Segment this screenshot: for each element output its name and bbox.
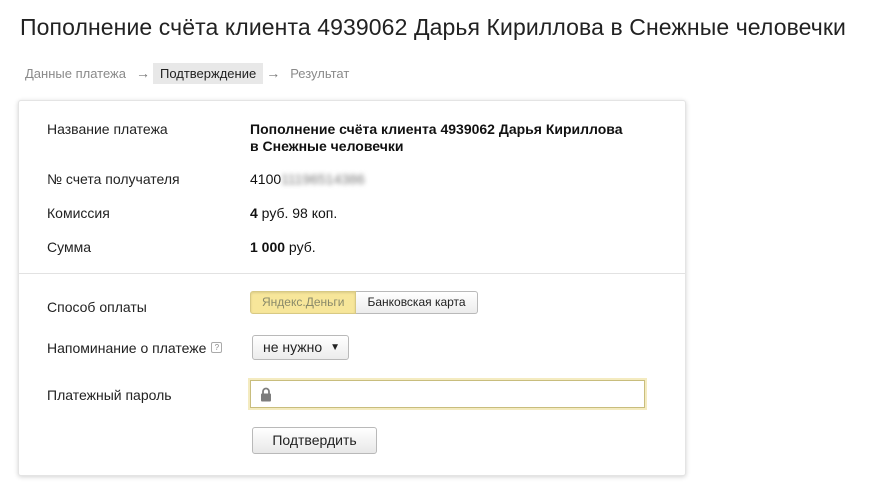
payment-name-line-1: Пополнение счёта клиента 4939062 Дарья К… — [250, 121, 623, 137]
reminder-label-text: Напоминание о платеже — [47, 340, 207, 356]
password-label: Платежный пароль — [47, 387, 172, 403]
payment-name-line-2: в Снежные человечки — [250, 138, 404, 154]
payment-card: Название платежа Пополнение счёта клиент… — [18, 100, 686, 476]
confirm-button[interactable]: Подтвердить — [252, 427, 377, 454]
page-title: Пополнение счёта клиента 4939062 Дарья К… — [20, 14, 846, 40]
step-result: Результат — [290, 65, 350, 81]
sum-unit: руб. — [285, 239, 316, 255]
account-value: 410011196514386 — [250, 171, 365, 187]
method-bank-card-button[interactable]: Банковская карта — [356, 291, 478, 314]
section-divider — [19, 273, 685, 274]
payment-method-toggle: Яндекс.Деньги Банковская карта — [250, 291, 478, 314]
step-confirmation: Подтверждение — [152, 62, 264, 84]
payment-name-value: Пополнение счёта клиента 4939062 Дарья К… — [250, 121, 623, 155]
chevron-down-icon: ▼ — [330, 342, 340, 353]
lock-icon — [261, 387, 271, 402]
account-prefix: 4100 — [250, 171, 282, 187]
sum-value: 1 000 руб. — [250, 239, 316, 255]
step-payment-data[interactable]: Данные платежа — [18, 63, 133, 84]
step-arrow-icon: → — [135, 65, 150, 81]
sum-label: Сумма — [47, 239, 91, 255]
step-arrow-icon: → — [266, 65, 281, 81]
sum-amount: 1 000 — [250, 239, 286, 255]
question-icon[interactable]: ? — [211, 341, 223, 353]
payment-method-label: Способ оплаты — [47, 299, 147, 315]
reminder-select-value: не нужно — [263, 339, 323, 355]
commission-rest: руб. 98 коп. — [257, 205, 338, 221]
method-yandex-money-button[interactable]: Яндекс.Деньги — [250, 291, 357, 314]
commission-rub: 4 — [250, 205, 258, 221]
reminder-label: Напоминание о платеже? — [47, 340, 223, 356]
commission-value: 4 руб. 98 коп. — [250, 205, 337, 221]
account-label: № счета получателя — [47, 171, 180, 187]
password-input[interactable] — [250, 380, 645, 408]
breadcrumb-steps: Данные платежа → Подтверждение → Результ… — [18, 62, 356, 84]
reminder-select[interactable]: не нужно ▼ — [252, 335, 349, 360]
commission-label: Комиссия — [47, 205, 110, 221]
account-masked: 11196514386 — [281, 171, 365, 187]
payment-name-label: Название платежа — [47, 121, 168, 137]
